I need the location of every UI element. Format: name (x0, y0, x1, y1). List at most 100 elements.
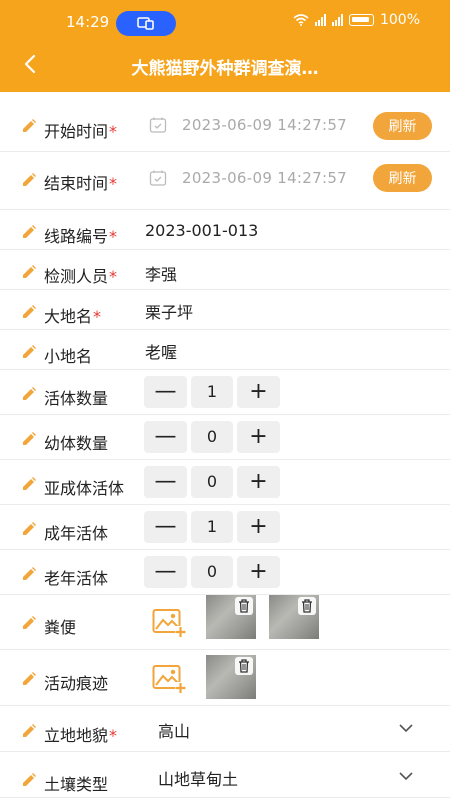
status-right: 100% (293, 12, 420, 28)
pencil-icon (23, 672, 36, 685)
page-title: 大熊猫野外种群调查演… (131, 59, 319, 79)
soil-label: 土壤类型 (44, 775, 109, 794)
traces-photo-thumbnail[interactable] (206, 655, 256, 699)
row-subadult-count: 亚成体活体 — 0 + (0, 460, 450, 505)
live-count-stepper: — 1 + (144, 376, 280, 408)
adult-count-stepper: — 1 + (144, 511, 280, 543)
start-time-value[interactable]: 2023-06-09 14:27:57 (182, 116, 347, 134)
row-big-place: 大地名* 栗子坪 (0, 290, 450, 330)
live-count-label: 活体数量 (44, 389, 109, 408)
battery-icon (348, 14, 374, 26)
elder-count-stepper: — 0 + (144, 556, 280, 588)
delete-photo-button[interactable] (235, 597, 253, 615)
delete-photo-button[interactable] (235, 657, 253, 675)
header-bar: 14:29 100% 大熊猫野外种群调查演… (0, 0, 450, 92)
delete-photo-button[interactable] (298, 597, 316, 615)
wifi-icon (293, 14, 309, 26)
survey-form: 开始时间* 2023-06-09 14:27:57 刷新 结束时间* 2023-… (0, 92, 450, 798)
pencil-icon (23, 345, 36, 358)
calendar-icon[interactable] (149, 116, 167, 134)
traces-label: 活动痕迹 (44, 674, 109, 693)
row-live-count: 活体数量 — 1 + (0, 370, 450, 415)
battery-level: 100% (379, 12, 420, 28)
pencil-icon (23, 173, 36, 186)
row-soil[interactable]: 土壤类型 山地草甸土 (0, 752, 450, 798)
adult-count-label: 成年活体 (44, 524, 109, 543)
soil-select-value[interactable]: 山地草甸土 (158, 766, 238, 790)
feces-photo-thumbnail[interactable] (269, 595, 319, 639)
route-no-value[interactable]: 2023-001-013 (145, 221, 258, 240)
adult-count-value[interactable]: 1 (191, 511, 233, 543)
trash-icon (239, 659, 249, 673)
juvenile-count-stepper: — 0 + (144, 421, 280, 453)
pencil-icon (23, 724, 36, 737)
pencil-icon (23, 305, 36, 318)
trash-icon (302, 599, 312, 613)
row-feces: 粪便 (0, 595, 450, 650)
end-time-refresh-button[interactable]: 刷新 (373, 164, 432, 192)
live-count-value[interactable]: 1 (191, 376, 233, 408)
increment-button[interactable]: + (237, 511, 280, 543)
big-place-value[interactable]: 栗子坪 (145, 299, 193, 323)
screen-cast-indicator[interactable] (116, 11, 176, 36)
feces-photo-thumbnail[interactable] (206, 595, 256, 639)
chevron-down-icon[interactable] (398, 723, 414, 733)
elder-count-value[interactable]: 0 (191, 556, 233, 588)
increment-button[interactable]: + (237, 421, 280, 453)
row-juvenile-count: 幼体数量 — 0 + (0, 415, 450, 460)
end-time-value[interactable]: 2023-06-09 14:27:57 (182, 169, 347, 187)
row-landform[interactable]: 立地地貌* 高山 (0, 706, 450, 752)
row-small-place: 小地名 老喔 (0, 330, 450, 370)
start-time-refresh-button[interactable]: 刷新 (373, 112, 432, 140)
pencil-icon (23, 522, 36, 535)
add-photo-icon[interactable] (152, 664, 186, 694)
juvenile-count-label: 幼体数量 (44, 434, 109, 453)
elder-count-label: 老年活体 (44, 569, 109, 588)
add-photo-icon[interactable] (152, 608, 186, 638)
start-time-label: 开始时间* (44, 122, 118, 141)
feces-label: 粪便 (44, 618, 77, 637)
chevron-down-icon[interactable] (398, 771, 414, 781)
pencil-icon (23, 265, 36, 278)
trash-icon (239, 599, 249, 613)
inspector-value[interactable]: 李强 (145, 261, 177, 285)
landform-select-value[interactable]: 高山 (158, 718, 190, 742)
decrement-button[interactable]: — (144, 556, 187, 588)
row-end-time: 结束时间* 2023-06-09 14:27:57 刷新 (0, 152, 450, 210)
row-elder-count: 老年活体 — 0 + (0, 550, 450, 595)
row-route-no: 线路编号* 2023-001-013 (0, 210, 450, 250)
increment-button[interactable]: + (237, 376, 280, 408)
row-inspector: 检测人员* 李强 (0, 250, 450, 290)
subadult-count-stepper: — 0 + (144, 466, 280, 498)
landform-label: 立地地貌* (44, 726, 118, 745)
decrement-button[interactable]: — (144, 421, 187, 453)
subadult-count-value[interactable]: 0 (191, 466, 233, 498)
decrement-button[interactable]: — (144, 376, 187, 408)
row-traces: 活动痕迹 (0, 650, 450, 706)
big-place-label: 大地名* (44, 307, 102, 326)
decrement-button[interactable]: — (144, 466, 187, 498)
increment-button[interactable]: + (237, 556, 280, 588)
pencil-icon (23, 387, 36, 400)
small-place-label: 小地名 (44, 347, 93, 366)
screen-cast-icon (137, 17, 154, 30)
juvenile-count-value[interactable]: 0 (191, 421, 233, 453)
end-time-label: 结束时间* (44, 174, 118, 193)
signal-icon (314, 14, 326, 26)
pencil-icon (23, 477, 36, 490)
signal-2-icon (331, 14, 343, 26)
calendar-icon[interactable] (149, 169, 167, 187)
decrement-button[interactable]: — (144, 511, 187, 543)
route-no-label: 线路编号* (44, 227, 118, 246)
inspector-label: 检测人员* (44, 267, 118, 286)
subadult-count-label: 亚成体活体 (44, 479, 125, 498)
row-adult-count: 成年活体 — 1 + (0, 505, 450, 550)
pencil-icon (23, 616, 36, 629)
increment-button[interactable]: + (237, 466, 280, 498)
row-start-time: 开始时间* 2023-06-09 14:27:57 刷新 (0, 92, 450, 152)
pencil-icon (23, 567, 36, 580)
small-place-value[interactable]: 老喔 (145, 339, 177, 363)
pencil-icon (23, 773, 36, 786)
status-bar: 14:29 100% (0, 0, 450, 44)
status-time: 14:29 (66, 13, 110, 31)
